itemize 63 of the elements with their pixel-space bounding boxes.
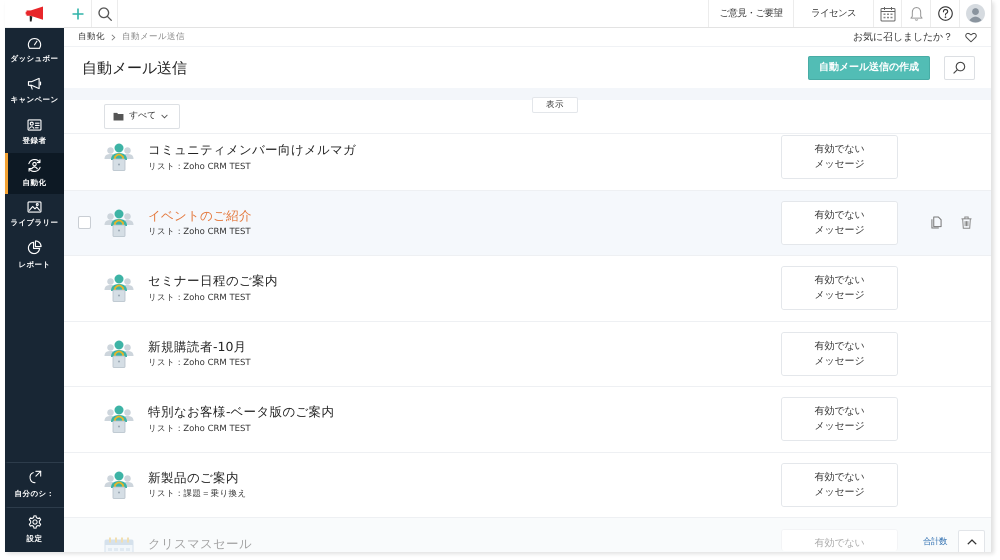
- trash-icon[interactable]: [961, 216, 972, 230]
- automation-name[interactable]: 新規購読者-10月: [148, 338, 246, 356]
- search-button[interactable]: [944, 56, 975, 80]
- breadcrumb-current: 自動メール送信: [122, 30, 185, 44]
- list-label: リスト : Zoho CRM TEST: [148, 358, 251, 370]
- folder-filter-dropdown[interactable]: すべて: [104, 104, 180, 129]
- search-icon: [953, 61, 966, 74]
- avatar-icon[interactable]: [966, 4, 985, 23]
- people-icon: [104, 208, 134, 237]
- help-icon[interactable]: [938, 6, 952, 21]
- list-label: リスト : Zoho CRM TEST: [148, 292, 251, 304]
- total-count-link[interactable]: 合計数: [923, 534, 947, 548]
- gauge-icon: [27, 36, 42, 49]
- automation-name[interactable]: セミナー日程のご案内: [148, 272, 278, 290]
- people-icon: [104, 405, 134, 434]
- feedback-prompt: お気に召しましたか？: [853, 30, 953, 44]
- bell-icon[interactable]: [910, 6, 922, 21]
- status-label: 有効でないメッセージ: [781, 200, 898, 245]
- copy-icon[interactable]: [931, 216, 942, 230]
- add-icon[interactable]: [72, 8, 84, 20]
- status-label: 有効でないメッセージ: [781, 397, 898, 442]
- caret-down-icon: [161, 114, 168, 119]
- feedback-link[interactable]: ご意見・ご要望: [720, 6, 782, 20]
- status-label: 有効でないメッセージ: [781, 135, 898, 180]
- row-checkbox[interactable]: [78, 216, 90, 230]
- list-label: リスト : Zoho CRM TEST: [148, 227, 251, 239]
- search-icon[interactable]: [98, 6, 112, 20]
- id-card-icon: [27, 118, 42, 131]
- automation-row[interactable]: 新規購読者-10月 リスト : Zoho CRM TEST 有効でないメッセージ: [64, 322, 991, 387]
- status-label: 有効でないメッセージ: [781, 332, 898, 376]
- automation-row[interactable]: 新製品のご案内 リスト : 課題＝乗り換え 有効でないメッセージ: [64, 452, 991, 518]
- image-icon: [27, 200, 42, 213]
- chevron-up-icon: [966, 538, 976, 544]
- breadcrumb-link[interactable]: 自動化: [78, 30, 105, 44]
- automation-name[interactable]: 特別なお客様-ベータ版のご案内: [148, 403, 335, 421]
- megaphone-icon: [27, 77, 42, 90]
- page-title: 自動メール送信: [82, 58, 187, 76]
- curved-arrow-icon: [28, 470, 42, 484]
- person-cycle-icon: [27, 158, 42, 174]
- people-icon: [104, 470, 134, 499]
- license-link[interactable]: ライセンス: [811, 6, 856, 20]
- pie-chart-icon: [27, 240, 42, 256]
- settings-icon: [28, 515, 42, 530]
- list-label: リスト : Zoho CRM TEST: [148, 162, 251, 174]
- status-label: 有効でない: [781, 529, 898, 551]
- automation-name[interactable]: 新製品のご案内: [148, 468, 239, 486]
- view-tab[interactable]: 表示: [532, 97, 578, 113]
- list-label: リスト : 課題＝乗り換え: [148, 489, 246, 501]
- scroll-top-button[interactable]: [958, 530, 985, 552]
- status-label: 有効でないメッセージ: [781, 266, 898, 310]
- megaphone-logo-icon[interactable]: [24, 6, 44, 22]
- automation-row[interactable]: コミュニティメンバー向けメルマガ リスト : Zoho CRM TEST 有効でないメッセージ: [64, 134, 991, 190]
- people-icon: [104, 340, 134, 368]
- people-icon: [104, 143, 134, 172]
- folder-icon: [113, 112, 124, 121]
- status-label: 有効でないメッセージ: [781, 462, 898, 507]
- heart-icon[interactable]: [965, 32, 977, 42]
- calendar-icon[interactable]: [880, 6, 896, 22]
- chevron-icon: [111, 34, 116, 40]
- automation-row[interactable]: イベントのご紹介 リスト : Zoho CRM TEST 有効でないメッセージ: [64, 190, 991, 256]
- automation-name[interactable]: コミュニティメンバー向けメルマガ: [148, 141, 356, 159]
- people-icon: [104, 274, 134, 302]
- list-label: リスト : Zoho CRM TEST: [148, 424, 251, 436]
